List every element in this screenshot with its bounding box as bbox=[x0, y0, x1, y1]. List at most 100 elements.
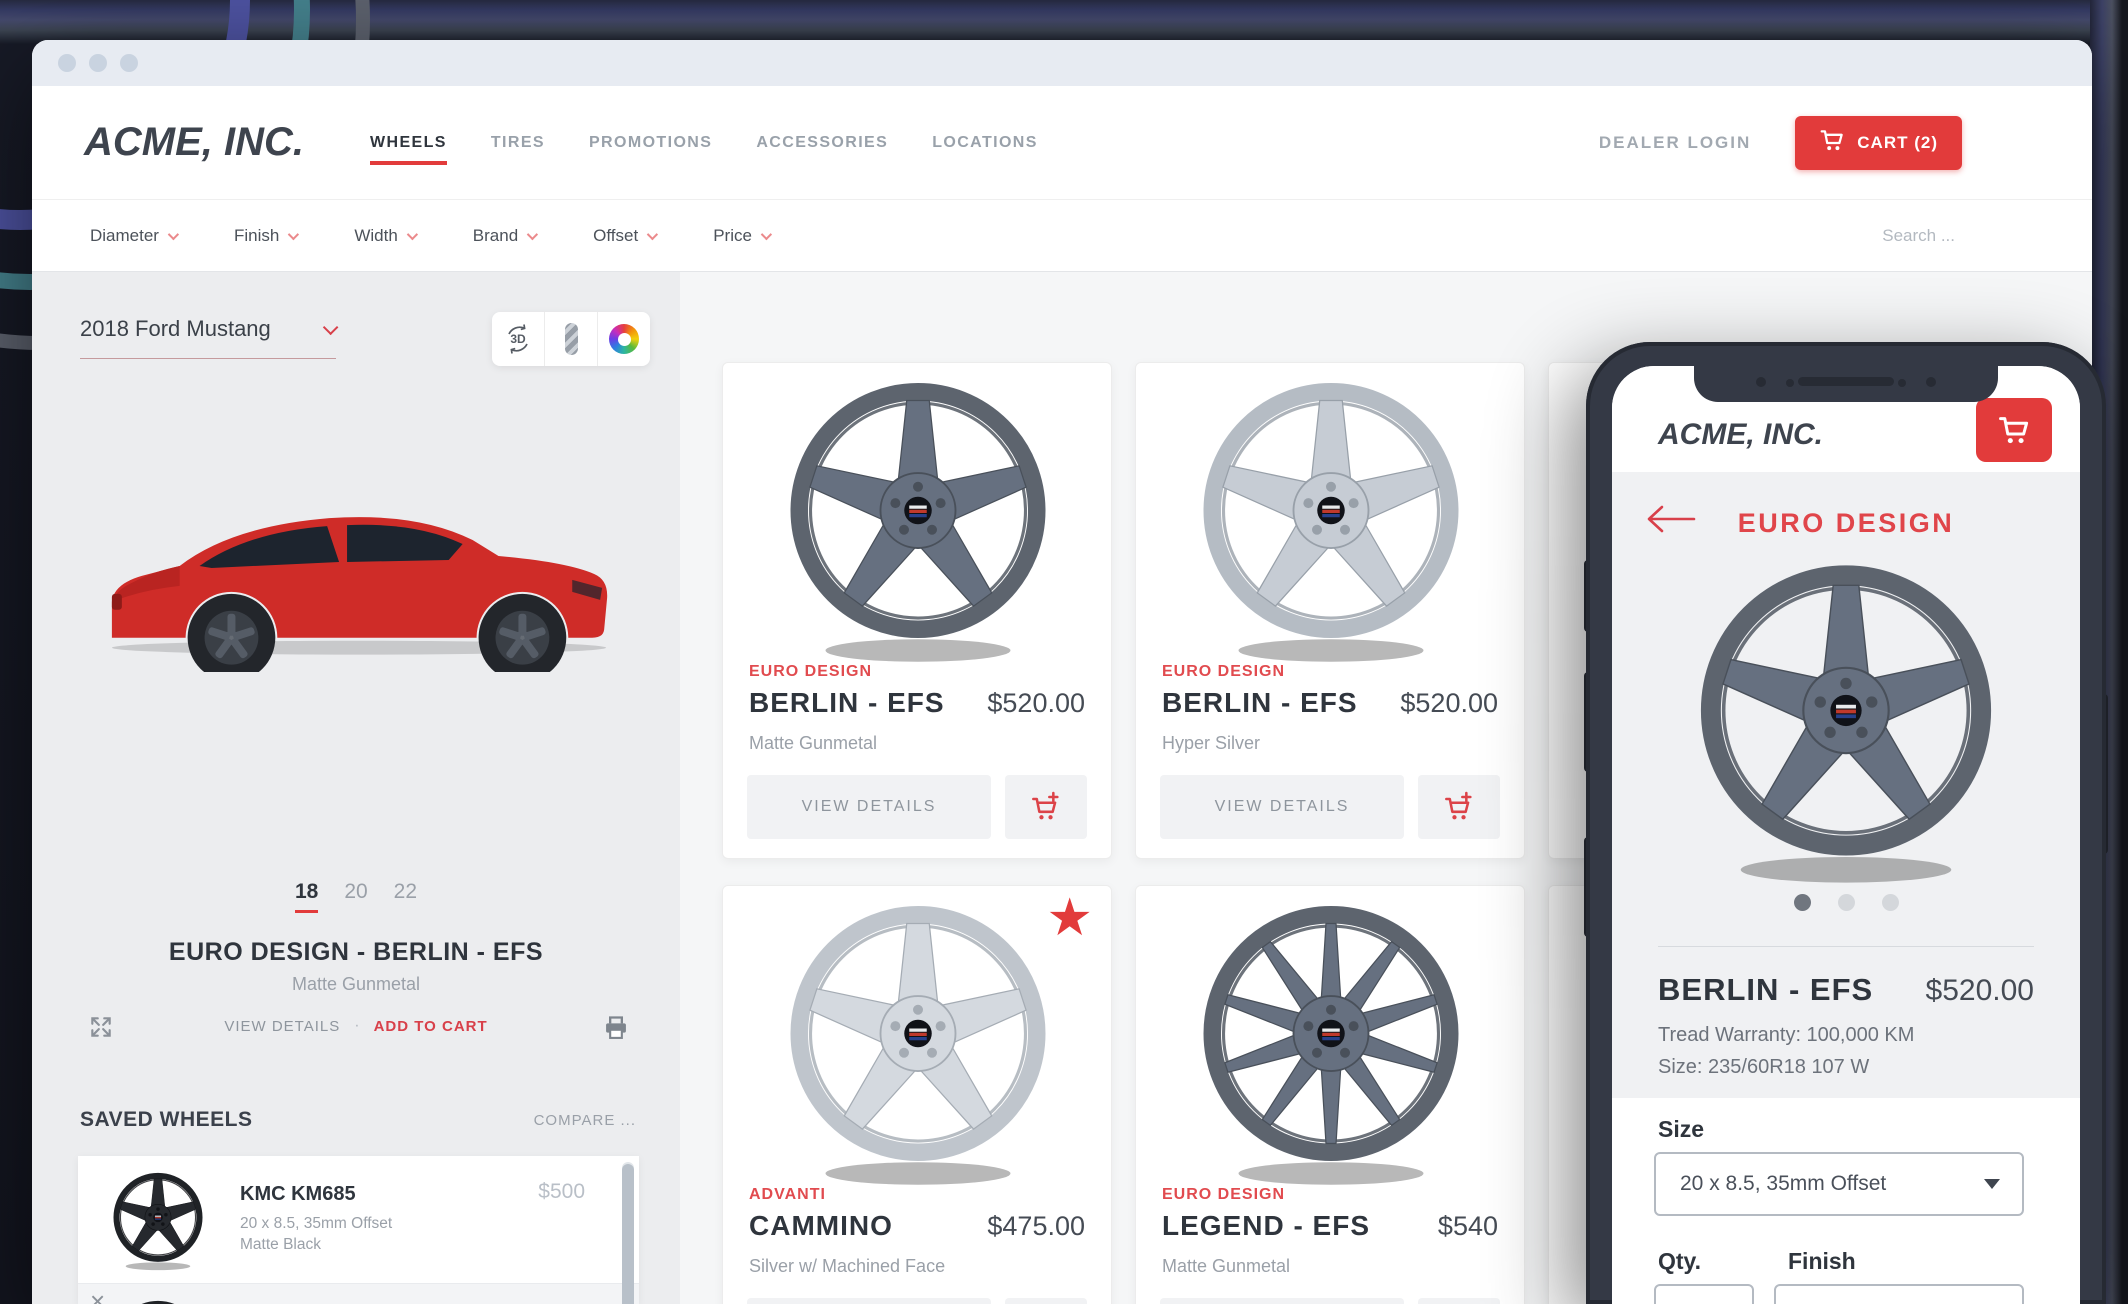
size-tab-20[interactable]: 20 bbox=[344, 880, 367, 913]
size-select[interactable]: 20 x 8.5, 35mm Offset bbox=[1654, 1152, 2024, 1216]
finish-select[interactable]: Black Painted bbox=[1774, 1284, 2024, 1304]
cart-button[interactable]: CART (2) bbox=[1795, 115, 1962, 170]
product-card[interactable]: EURO DESIGN LEGEND - EFS $540 Matte Gunm… bbox=[1135, 885, 1525, 1304]
nav-item-tires[interactable]: TIRES bbox=[491, 134, 545, 152]
site-logo[interactable]: ACME, INC. bbox=[84, 120, 354, 165]
product-card[interactable]: EURO DESIGN BERLIN - EFS $520.00 Matte G… bbox=[722, 362, 1112, 859]
carousel-dots bbox=[1612, 894, 2080, 911]
carousel-dot[interactable] bbox=[1793, 894, 1811, 911]
window-control-dot[interactable] bbox=[58, 54, 76, 72]
vehicle-select[interactable]: 2018 Ford Mustang bbox=[80, 316, 339, 342]
product-finish: Matte Gunmetal bbox=[749, 733, 878, 753]
add-to-cart-button[interactable] bbox=[1418, 775, 1500, 839]
add-to-cart-button[interactable] bbox=[1005, 1298, 1087, 1304]
carousel-dot[interactable] bbox=[1837, 894, 1855, 911]
filter-offset[interactable]: Offset bbox=[593, 226, 659, 246]
window-control-dot[interactable] bbox=[89, 54, 107, 72]
cart-button[interactable] bbox=[1976, 398, 2052, 462]
site-logo: ACME, INC. bbox=[1658, 418, 1823, 451]
product-name: BERLIN - EFS bbox=[1162, 687, 1358, 718]
qty-select[interactable]: 4 bbox=[1654, 1284, 1754, 1304]
filter-bar: Diameter Finish Width Brand Offset Price… bbox=[32, 200, 2092, 272]
phone-notch bbox=[1694, 366, 1998, 402]
saved-wheel-finish: Matte Black bbox=[240, 1236, 321, 1253]
nav-item-promotions[interactable]: PROMOTIONS bbox=[589, 134, 712, 152]
filter-brand[interactable]: Brand bbox=[473, 226, 539, 246]
chevron-down-icon bbox=[1984, 1179, 2000, 1189]
wheel-size-tabs: 18 20 22 bbox=[32, 880, 680, 913]
nav-item-wheels[interactable]: WHEELS bbox=[370, 134, 447, 165]
view-details-button[interactable]: VIEW DETAILS bbox=[747, 775, 991, 839]
tread-warranty: Tread Warranty: 100,000 KM bbox=[1658, 1024, 1915, 1046]
add-to-cart-button[interactable] bbox=[1005, 775, 1087, 839]
product-brand: EURO DESIGN bbox=[749, 663, 873, 680]
finish-label: Finish bbox=[1788, 1248, 1856, 1274]
scrollbar[interactable] bbox=[622, 1162, 634, 1304]
product-image[interactable] bbox=[1681, 554, 2011, 884]
product-price: $540 bbox=[1437, 1211, 1498, 1241]
purchase-options-panel: Size 20 x 8.5, 35mm Offset Qty. Finish 4… bbox=[1612, 1098, 2080, 1304]
cart-icon bbox=[1819, 127, 1845, 158]
add-to-cart-icon bbox=[1445, 791, 1472, 820]
chevron-down-icon bbox=[646, 228, 659, 240]
chevron-down-icon bbox=[288, 228, 300, 240]
compare-link[interactable]: COMPARE ... bbox=[534, 1112, 636, 1129]
suspension-button[interactable] bbox=[545, 312, 598, 366]
dealer-login-link[interactable]: DEALER LOGIN bbox=[1599, 133, 1751, 153]
product-finish: Silver w/ Machined Face bbox=[749, 1256, 946, 1276]
saved-wheel-price: $500 bbox=[538, 1180, 585, 1203]
mobile-phone-mockup: ACME, INC. EURO DESIGN BERLIN - EFS $520… bbox=[1584, 342, 2108, 1304]
view-details-button[interactable]: VIEW DETAILS bbox=[1160, 775, 1404, 839]
qty-label: Qty. bbox=[1658, 1248, 1702, 1274]
add-to-cart-button[interactable] bbox=[1418, 1298, 1500, 1304]
tire-size-spec: Size: 235/60R18 107 W bbox=[1658, 1056, 1870, 1078]
selected-wheel-finish: Matte Gunmetal bbox=[291, 974, 421, 994]
color-picker-button[interactable] bbox=[598, 312, 650, 366]
size-tab-18[interactable]: 18 bbox=[294, 880, 319, 913]
selected-wheel-title: EURO DESIGN - BERLIN - EFS bbox=[168, 938, 544, 966]
saved-wheels-title: SAVED WHEELS bbox=[80, 1108, 253, 1131]
divider bbox=[1658, 946, 2034, 947]
phone-screen: ACME, INC. EURO DESIGN BERLIN - EFS $520… bbox=[1612, 366, 2080, 1304]
vehicle-sidebar: 2018 Ford Mustang 3D 18 20 22 EURO DESIG… bbox=[32, 272, 680, 1304]
add-to-cart-link[interactable]: ADD TO CART bbox=[374, 1018, 488, 1035]
search-input[interactable]: Search ... bbox=[1882, 226, 1955, 246]
suspension-spring-icon bbox=[564, 323, 578, 355]
size-tab-22[interactable]: 22 bbox=[394, 880, 417, 913]
nav-item-locations[interactable]: LOCATIONS bbox=[932, 134, 1038, 152]
window-control-dot[interactable] bbox=[120, 54, 138, 72]
filter-price[interactable]: Price bbox=[713, 226, 773, 246]
product-brand: EURO DESIGN bbox=[1162, 1186, 1286, 1203]
product-image bbox=[1181, 373, 1481, 663]
product-image bbox=[1181, 896, 1481, 1186]
nav-item-accessories[interactable]: ACCESSORIES bbox=[756, 134, 888, 152]
chevron-down-icon bbox=[526, 228, 539, 240]
rotate-3d-icon: 3D bbox=[508, 324, 528, 354]
filter-width[interactable]: Width bbox=[354, 226, 418, 246]
product-finish: Matte Gunmetal bbox=[1162, 1256, 1291, 1276]
brand-title: EURO DESIGN bbox=[1737, 508, 1955, 538]
rotate-3d-button[interactable]: 3D bbox=[492, 312, 545, 366]
product-image bbox=[768, 896, 1068, 1186]
chevron-down-icon bbox=[406, 228, 418, 240]
vehicle-preview-image[interactable] bbox=[82, 442, 640, 682]
carousel-dot[interactable] bbox=[1881, 894, 1899, 911]
cart-button-label: CART (2) bbox=[1857, 132, 1938, 152]
filter-diameter[interactable]: Diameter bbox=[90, 226, 180, 246]
add-to-cart-icon bbox=[1032, 791, 1059, 820]
page-background: ACME, INC. WHEELS TIRES PROMOTIONS ACCES… bbox=[0, 0, 2128, 1304]
close-icon[interactable]: × bbox=[90, 1288, 105, 1304]
view-details-button[interactable]: VIEW DETAILS bbox=[747, 1298, 991, 1304]
scrollbar-thumb[interactable] bbox=[622, 1164, 634, 1304]
print-icon[interactable] bbox=[602, 1014, 630, 1047]
product-card[interactable]: ★ ADVANTI CAMMINO $475.00 Silver w/ Mach… bbox=[722, 885, 1112, 1304]
view-details-button[interactable]: VIEW DETAILS bbox=[1160, 1298, 1404, 1304]
saved-wheel-row[interactable]: KMC KM685 20 x 8.5, 35mm Offset Matte Bla… bbox=[78, 1156, 639, 1284]
filter-finish[interactable]: Finish bbox=[234, 226, 300, 246]
chevron-down-icon bbox=[322, 319, 339, 335]
product-card[interactable]: EURO DESIGN BERLIN - EFS $520.00 Hyper S… bbox=[1135, 362, 1525, 859]
main-nav: WHEELS TIRES PROMOTIONS ACCESSORIES LOCA… bbox=[370, 134, 1038, 165]
product-price: $520.00 bbox=[1400, 688, 1498, 718]
view-details-link[interactable]: VIEW DETAILS bbox=[224, 1018, 340, 1035]
saved-wheel-row[interactable]: × KMC KM685 20 x 8.5, 35mm OffsetMatte B… bbox=[78, 1284, 639, 1304]
